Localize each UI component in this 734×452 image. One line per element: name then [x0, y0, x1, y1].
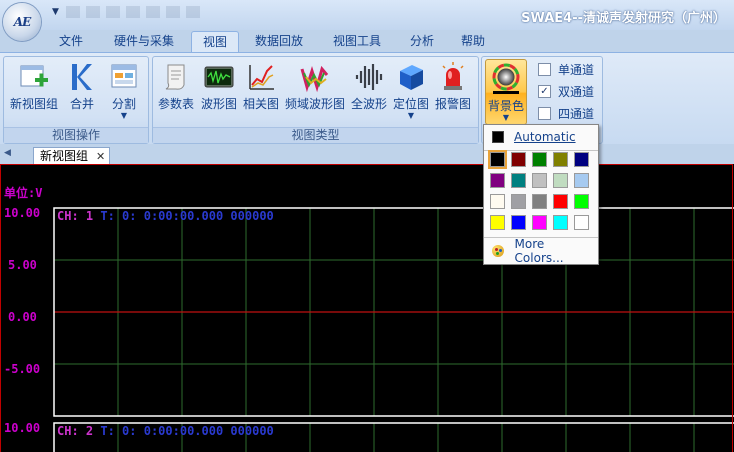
color-swatch[interactable]	[553, 215, 568, 230]
alarm-button[interactable]: 报警图	[433, 61, 473, 112]
split-button[interactable]: 分割 ▼	[104, 61, 144, 120]
automatic-swatch	[492, 131, 504, 143]
color-swatch[interactable]	[488, 150, 507, 169]
title-bar: ▼ SWAE4--清诚声发射研究（广州）	[0, 0, 734, 30]
full-waveform-button[interactable]: 全波形	[349, 61, 389, 112]
background-color-popup: Automatic More Colors...	[483, 124, 599, 265]
document-tab[interactable]: 新视图组 ✕	[33, 147, 111, 165]
new-view-group-label: 新视图组	[9, 97, 58, 111]
color-swatch[interactable]	[511, 215, 526, 230]
quad-channel-check-box[interactable]	[538, 107, 551, 120]
alarm-icon	[437, 61, 469, 93]
quick-access-dropdown-icon[interactable]: ▼	[52, 7, 59, 17]
full-waveform-label: 全波形	[350, 97, 387, 111]
single-channel-label: 单通道	[558, 63, 595, 77]
dual-channel-checkbox[interactable]: ✓ 双通道	[538, 83, 594, 100]
color-swatch[interactable]	[532, 194, 547, 209]
tab-file[interactable]: 文件	[50, 31, 92, 51]
color-swatch[interactable]	[490, 194, 505, 209]
waveform-icon	[203, 61, 235, 93]
merge-icon	[66, 61, 98, 93]
merge-label: 合并	[69, 97, 94, 111]
tab-view[interactable]: 视图	[191, 31, 239, 53]
single-channel-check-box[interactable]	[538, 63, 551, 76]
tab-playback[interactable]: 数据回放	[248, 31, 310, 51]
tab-help[interactable]: 帮助	[452, 31, 494, 51]
split-icon	[108, 61, 140, 93]
tab-view-tools[interactable]: 视图工具	[326, 31, 388, 51]
plot-border	[0, 164, 733, 452]
dual-channel-check-box[interactable]: ✓	[538, 85, 551, 98]
location-icon	[395, 61, 427, 93]
color-swatch[interactable]	[532, 152, 547, 167]
parameter-table-label: 参数表	[157, 97, 194, 111]
group-view-operations-label: 视图操作	[4, 127, 148, 143]
location-dropdown-icon: ▼	[407, 111, 415, 120]
app-logo-button[interactable]: AE	[3, 3, 41, 41]
quad-channel-checkbox[interactable]: 四通道	[538, 105, 594, 122]
new-view-group-icon	[18, 61, 50, 93]
parameter-table-icon	[160, 61, 192, 93]
single-channel-checkbox[interactable]: 单通道	[538, 61, 594, 78]
more-colors-option[interactable]: More Colors...	[486, 237, 594, 265]
location-label: 定位图	[392, 97, 429, 111]
color-swatch[interactable]	[511, 173, 526, 188]
color-swatch[interactable]	[532, 215, 547, 230]
spectrum-button[interactable]: 频域波形图	[283, 61, 347, 112]
background-color-icon	[490, 63, 522, 95]
color-swatch[interactable]	[574, 173, 589, 188]
dual-channel-label: 双通道	[558, 85, 595, 99]
color-swatch[interactable]	[532, 173, 547, 188]
tab-analysis[interactable]: 分析	[401, 31, 443, 51]
parameter-table-button[interactable]: 参数表	[156, 61, 196, 112]
waveform-label: 波形图	[200, 97, 237, 111]
color-swatch[interactable]	[490, 215, 505, 230]
color-swatch[interactable]	[553, 173, 568, 188]
color-swatch[interactable]	[553, 194, 568, 209]
ribbon: 新视图组 合并 分割 ▼ 视图操作 参数表 波形图 相关图 频域波形图 全波形 …	[0, 52, 734, 145]
more-colors-label: More Colors...	[514, 237, 564, 265]
popup-divider	[484, 150, 598, 151]
color-swatch[interactable]	[574, 215, 589, 230]
color-swatch[interactable]	[511, 152, 526, 167]
group-view-types-label: 视图类型	[153, 127, 478, 143]
ribbon-tab-bar: 文件 硬件与采集 视图 数据回放 视图工具 分析 帮助	[0, 30, 734, 53]
automatic-color-option[interactable]: Automatic	[486, 127, 594, 147]
location-button[interactable]: 定位图 ▼	[391, 61, 431, 120]
automatic-label: Automatic	[514, 130, 576, 144]
alarm-label: 报警图	[434, 97, 471, 111]
split-label: 分割	[111, 97, 136, 111]
palette-icon	[492, 245, 504, 257]
correlation-button[interactable]: 相关图	[241, 61, 281, 112]
color-swatch[interactable]	[553, 152, 568, 167]
document-tab-strip: ◀ 新视图组 ✕	[0, 144, 734, 165]
close-icon[interactable]: ✕	[96, 150, 105, 163]
background-color-dropdown-icon: ▼	[502, 113, 510, 122]
waveform-button[interactable]: 波形图	[199, 61, 239, 112]
merge-button[interactable]: 合并	[62, 61, 102, 112]
color-swatch[interactable]	[490, 173, 505, 188]
full-waveform-icon	[353, 61, 385, 93]
quad-channel-label: 四通道	[558, 107, 595, 121]
correlation-icon	[245, 61, 277, 93]
app-logo-text: AE	[13, 15, 31, 29]
color-swatch[interactable]	[574, 194, 589, 209]
spectrum-icon	[299, 61, 331, 93]
tab-hardware[interactable]: 硬件与采集	[104, 31, 184, 51]
quick-access-toolbar	[66, 6, 206, 18]
document-tab-label: 新视图组	[40, 149, 89, 163]
correlation-label: 相关图	[242, 97, 279, 111]
color-swatch[interactable]	[511, 194, 526, 209]
background-color-button[interactable]: 背景色 ▼	[485, 59, 527, 125]
new-view-group-button[interactable]: 新视图组	[7, 61, 61, 112]
background-color-label: 背景色	[487, 99, 524, 113]
split-dropdown-icon: ▼	[120, 111, 128, 120]
color-swatch[interactable]	[574, 152, 589, 167]
group-view-types: 参数表 波形图 相关图 频域波形图 全波形 定位图 ▼ 报警图 视图类型	[152, 56, 479, 144]
tab-scroll-left-icon[interactable]: ◀	[4, 148, 11, 158]
window-title: SWAE4--清诚声发射研究（广州）	[521, 11, 726, 26]
spectrum-label: 频域波形图	[284, 97, 345, 111]
group-view-operations: 新视图组 合并 分割 ▼ 视图操作	[3, 56, 149, 144]
